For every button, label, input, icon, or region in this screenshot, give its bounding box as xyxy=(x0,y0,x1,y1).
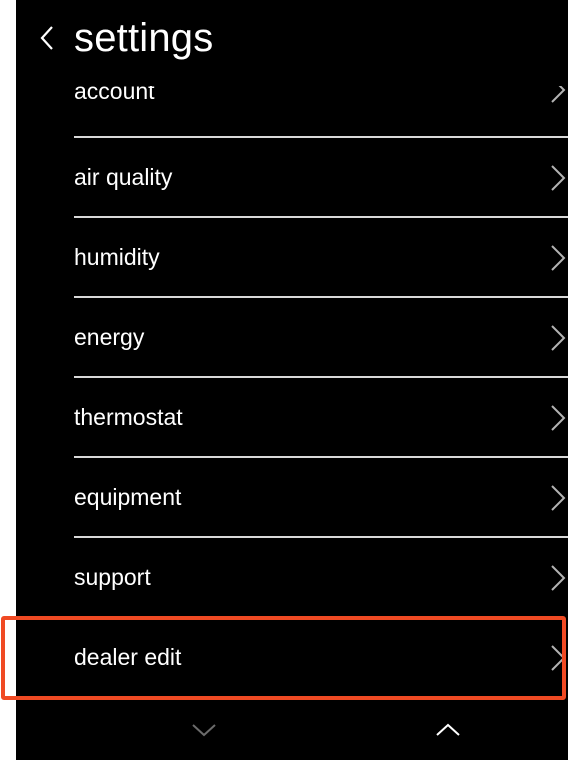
chevron-up-icon xyxy=(436,723,460,736)
bottom-nav xyxy=(16,700,568,760)
settings-item-label: equipment xyxy=(74,484,182,510)
chevron-right-icon xyxy=(551,485,566,511)
settings-item-label: account xyxy=(74,86,155,104)
settings-item-equipment[interactable]: equipment xyxy=(16,458,568,538)
settings-item-label: humidity xyxy=(74,244,160,270)
chevron-down-icon xyxy=(192,724,216,737)
chevron-left-icon xyxy=(40,26,53,50)
chevron-right-icon xyxy=(551,325,566,351)
scroll-up-button[interactable] xyxy=(428,712,468,748)
settings-list[interactable]: account air quality humidity energy ther… xyxy=(16,86,568,700)
chevron-right-icon xyxy=(551,86,566,103)
page-title: settings xyxy=(74,16,214,60)
header: settings xyxy=(16,0,568,86)
settings-item-label: energy xyxy=(74,324,145,350)
settings-item-humidity[interactable]: humidity xyxy=(16,218,568,298)
settings-item-dealer-edit[interactable]: dealer edit xyxy=(16,618,568,698)
settings-item-air-quality[interactable]: air quality xyxy=(16,138,568,218)
chevron-right-icon xyxy=(551,245,566,271)
back-button[interactable] xyxy=(34,20,60,56)
settings-screen: settings account air quality humidity en xyxy=(16,0,568,760)
settings-item-label: air quality xyxy=(74,164,173,190)
settings-item-support[interactable]: support xyxy=(16,538,568,618)
chevron-right-icon xyxy=(551,565,566,591)
settings-item-energy[interactable]: energy xyxy=(16,298,568,378)
chevron-right-icon xyxy=(551,165,566,191)
settings-item-label: dealer edit xyxy=(74,644,182,670)
settings-item-label: thermostat xyxy=(74,404,183,430)
settings-item-label: support xyxy=(74,564,151,590)
chevron-right-icon xyxy=(551,405,566,431)
settings-item-thermostat[interactable]: thermostat xyxy=(16,378,568,458)
scroll-down-button[interactable] xyxy=(184,712,224,748)
settings-item-account[interactable]: account xyxy=(16,86,568,138)
chevron-right-icon xyxy=(551,645,566,671)
